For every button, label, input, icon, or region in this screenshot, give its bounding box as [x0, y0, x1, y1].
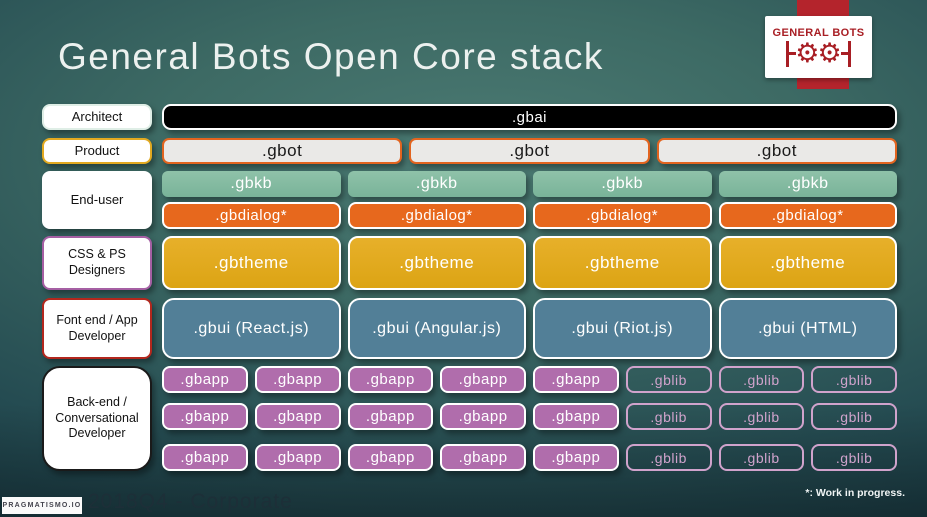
gbapp-box: .gbapp — [440, 366, 526, 393]
gbui-row: .gbui (React.js) .gbui (Angular.js) .gbui … — [162, 298, 897, 359]
gears-icon: ⚙ ⚙ — [786, 38, 851, 69]
gbtheme-box: .gbtheme — [347, 236, 526, 290]
gbapp-box: .gbapp — [254, 366, 341, 393]
gbot-box: .gbot — [162, 138, 403, 164]
gbapp-row-3: .gbapp .gbapp .gbapp .gbapp .gbapp .gblib .gbl… — [162, 444, 897, 471]
gblib-box: .gblib — [811, 403, 897, 430]
gblib-box: .gblib — [625, 366, 712, 393]
gbdialog-box: .gbdialog* — [533, 202, 712, 229]
gbkb-box: .gbkb — [533, 171, 712, 197]
page-title: General Bots Open Core stack — [58, 36, 604, 77]
gbapp-box: .gbapp — [254, 403, 341, 430]
gbtheme-box: .gbtheme — [718, 236, 897, 290]
gblib-box: .gblib — [625, 403, 712, 430]
gbot-box: .gbot — [656, 138, 897, 164]
gbapp-box: .gbapp — [254, 444, 341, 471]
label-product: Product — [42, 138, 152, 164]
gbtheme-row: .gbtheme .gbtheme .gbtheme .gbtheme — [162, 236, 897, 290]
gblib-box: .gblib — [718, 366, 805, 393]
gbtheme-box: .gbtheme — [162, 236, 341, 290]
gblib-box: .gblib — [718, 403, 805, 430]
gear-bracket-right — [847, 40, 851, 67]
gbapp-box: .gbapp — [162, 366, 248, 393]
gbkb-box: .gbkb — [347, 171, 526, 197]
gbdialog-box: .gbdialog* — [162, 202, 341, 229]
gbui-box: .gbui (Angular.js) — [347, 298, 526, 359]
gbai-row: .gbai — [162, 104, 897, 130]
gbui-box: .gbui (React.js) — [162, 298, 341, 359]
gbapp-box: .gbapp — [347, 444, 434, 471]
gbapp-box: .gbapp — [533, 444, 619, 471]
gear-icon: ⚙ — [795, 38, 820, 69]
gbkb-row: .gbkb .gbkb .gbkb .gbkb — [162, 171, 897, 197]
gbdialog-box: .gbdialog* — [347, 202, 526, 229]
label-end-user: End-user — [42, 171, 152, 229]
gbdialog-row: .gbdialog* .gbdialog* .gbdialog* .gbdialog* — [162, 202, 897, 229]
gblib-box: .gblib — [811, 366, 897, 393]
gblib-box: .gblib — [625, 444, 712, 471]
general-bots-logo: GENERAL BOTS ⚙ ⚙ — [765, 16, 872, 78]
gbui-box: .gbui (HTML) — [718, 298, 897, 359]
gbot-box: .gbot — [409, 138, 650, 164]
gbui-box: .gbui (Riot.js) — [533, 298, 712, 359]
gbtheme-box: .gbtheme — [533, 236, 712, 290]
gbkb-box: .gbkb — [162, 171, 341, 197]
gbai-box: .gbai — [162, 104, 897, 130]
label-architect: Architect — [42, 104, 152, 130]
gear-icon: ⚙ — [817, 38, 842, 69]
gbapp-row-2: .gbapp .gbapp .gbapp .gbapp .gbapp .gblib .gbl… — [162, 403, 897, 430]
gbapp-box: .gbapp — [440, 444, 526, 471]
gblib-box: .gblib — [811, 444, 897, 471]
slide: General Bots Open Core stack GENERAL BOT… — [0, 0, 927, 517]
work-in-progress-note: *: Work in progress. — [805, 487, 905, 499]
gear-axle-right — [840, 52, 848, 55]
gbapp-box: .gbapp — [162, 444, 248, 471]
gbapp-box: .gbapp — [533, 403, 619, 430]
slide-footer-label: 2018Q4 - Corporate — [88, 490, 293, 513]
label-designers: CSS & PS Designers — [42, 236, 152, 290]
gbot-row: .gbot .gbot .gbot — [162, 138, 897, 164]
gbapp-box: .gbapp — [347, 403, 434, 430]
label-frontend: Font end / App Developer — [42, 298, 152, 359]
gbapp-box: .gbapp — [347, 366, 434, 393]
pragmatismo-badge: PRAGMATISMO.IO — [2, 497, 82, 514]
gblib-box: .gblib — [718, 444, 805, 471]
gbapp-box: .gbapp — [440, 403, 526, 430]
gbkb-box: .gbkb — [718, 171, 897, 197]
gbapp-row-1: .gbapp .gbapp .gbapp .gbapp .gbapp .gblib .gbl… — [162, 366, 897, 393]
label-backend: Back-end / Conversational Developer — [42, 366, 152, 471]
gbdialog-box: .gbdialog* — [718, 202, 897, 229]
gbapp-box: .gbapp — [162, 403, 248, 430]
gbapp-box: .gbapp — [533, 366, 619, 393]
